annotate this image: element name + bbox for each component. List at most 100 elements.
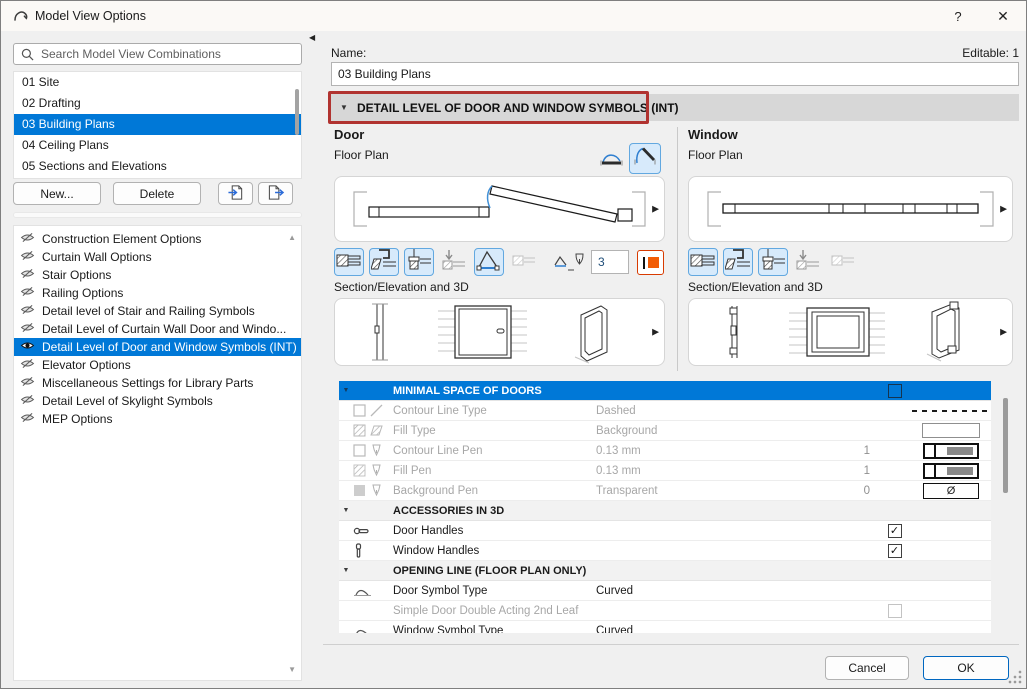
table-scrollbar-thumb[interactable]: [1003, 398, 1008, 493]
eye-closed-icon: [20, 304, 35, 318]
projection-arrow-icon: [795, 248, 821, 277]
door-closed-arc-icon: [600, 148, 624, 173]
table-row[interactable]: Fill Pen 0.13 mm 1: [339, 461, 991, 481]
window-projection-toggle[interactable]: [793, 248, 823, 276]
list-item[interactable]: Railing Options: [14, 284, 301, 302]
preview-next-icon[interactable]: ▶: [652, 204, 659, 215]
preview-next-icon[interactable]: ▶: [652, 327, 659, 338]
door-disabled-toggle: [509, 248, 539, 276]
list-item-selected[interactable]: 03 Building Plans: [14, 114, 301, 135]
door-open-arc-icon: [632, 145, 658, 172]
list-item[interactable]: Stair Options: [14, 266, 301, 284]
section-minimal-space-header[interactable]: ▼ MINIMAL SPACE OF DOORS: [339, 381, 991, 401]
window-section-preview: ▶: [688, 298, 1013, 366]
ok-button[interactable]: OK: [923, 656, 1009, 680]
table-row[interactable]: Door Handles ✓: [339, 521, 991, 541]
preview-next-icon[interactable]: ▶: [1000, 204, 1007, 215]
new-button[interactable]: New...: [13, 182, 101, 205]
scrollbar-thumb[interactable]: [295, 89, 299, 135]
cancel-button[interactable]: Cancel: [825, 656, 909, 680]
scroll-down-icon[interactable]: ▼: [288, 666, 296, 674]
list-item[interactable]: 05 Sections and Elevations: [14, 156, 301, 177]
list-item[interactable]: Curtain Wall Options: [14, 248, 301, 266]
table-row[interactable]: Door Symbol Type Curved: [339, 581, 991, 601]
eye-open-icon: [20, 340, 35, 354]
projection-arrow-icon: [441, 248, 467, 277]
scroll-up-icon[interactable]: ▲: [288, 234, 296, 242]
window-sill-toggle[interactable]: [758, 248, 788, 276]
wall-hatch-icon: [336, 248, 362, 277]
import-button[interactable]: [218, 182, 253, 205]
wall-hatch-icon: [690, 248, 716, 277]
door-projection-toggle[interactable]: [439, 248, 469, 276]
window-floor-plan-drawing: [689, 177, 1012, 241]
search-box[interactable]: [13, 43, 302, 65]
window-frame-toggle[interactable]: [723, 248, 753, 276]
table-row[interactable]: Contour Line Pen 0.13 mm 1: [339, 441, 991, 461]
door-wall-contours-toggle[interactable]: [334, 248, 364, 276]
column-divider: [677, 127, 678, 371]
door-title: Door: [334, 127, 364, 142]
fill-pen-icon: [353, 464, 393, 477]
annotation-highlight-box: [328, 91, 649, 124]
pen-preview[interactable]: [923, 463, 979, 479]
pen-color-button[interactable]: [637, 250, 664, 275]
list-item[interactable]: 02 Drafting: [14, 93, 301, 114]
door-handles-checkbox[interactable]: ✓: [888, 524, 902, 538]
dashed-line-preview[interactable]: [912, 410, 990, 412]
window-section-drawing: [689, 299, 1012, 365]
table-row[interactable]: Window Symbol Type Curved: [339, 621, 991, 633]
transparent-pen-preview[interactable]: Ø: [923, 483, 979, 499]
list-item[interactable]: 01 Site: [14, 72, 301, 93]
section-opening-line-header[interactable]: ▼ OPENING LINE (FLOOR PLAN ONLY): [339, 561, 991, 581]
door-symbol-open-toggle[interactable]: [629, 143, 661, 174]
door-threshold-toggle[interactable]: [404, 248, 434, 276]
list-item[interactable]: Construction Element Options: [14, 230, 301, 248]
table-row[interactable]: Window Handles ✓: [339, 541, 991, 561]
section-title: OPENING LINE (FLOOR PLAN ONLY): [393, 565, 596, 577]
pen-preview[interactable]: [923, 443, 979, 459]
close-button[interactable]: ✕: [989, 1, 1017, 31]
preview-next-icon[interactable]: ▶: [1000, 327, 1007, 338]
window-wall-contours-toggle[interactable]: [688, 248, 718, 276]
table-row[interactable]: Simple Door Double Acting 2nd Leaf: [339, 601, 991, 621]
list-item[interactable]: Elevator Options: [14, 356, 301, 374]
door-frame-toggle[interactable]: [369, 248, 399, 276]
window-symbol-arc-icon: [353, 624, 393, 633]
simple-door-checkbox[interactable]: [888, 604, 902, 618]
resize-grip[interactable]: [1007, 669, 1023, 685]
table-row[interactable]: Background Pen Transparent 0 Ø: [339, 481, 991, 501]
door-opening-line-toggle[interactable]: [474, 248, 504, 276]
collapse-caret-icon[interactable]: ▼: [339, 507, 353, 514]
panel-splitter-handle[interactable]: [13, 212, 302, 218]
help-button[interactable]: ?: [944, 1, 972, 31]
pen-color-swatch: [648, 257, 659, 268]
list-item[interactable]: Detail Level of Curtain Wall Door and Wi…: [14, 320, 301, 338]
delete-button[interactable]: Delete: [113, 182, 201, 205]
window-floor-plan-label: Floor Plan: [688, 148, 743, 162]
door-se-label: Section/Elevation and 3D: [334, 280, 469, 294]
threshold-icon: [406, 248, 432, 277]
door-floor-plan-preview: ▶: [334, 176, 665, 242]
collapse-caret-icon[interactable]: ▼: [339, 387, 353, 394]
fill-preview[interactable]: [922, 423, 980, 438]
collapse-caret-icon[interactable]: ▼: [339, 567, 353, 574]
window-handles-checkbox[interactable]: ✓: [888, 544, 902, 558]
name-input[interactable]: [331, 62, 1019, 86]
minimal-space-checkbox[interactable]: [888, 384, 902, 398]
list-item[interactable]: Detail Level of Skylight Symbols: [14, 392, 301, 410]
door-symbol-closed-toggle[interactable]: [597, 146, 627, 174]
window-handle-icon: [353, 543, 393, 559]
section-accessories-header[interactable]: ▼ ACCESSORIES IN 3D: [339, 501, 991, 521]
opening-line-pen-input[interactable]: [591, 250, 629, 274]
list-item[interactable]: MEP Options: [14, 410, 301, 428]
export-button[interactable]: [258, 182, 293, 205]
list-item[interactable]: 04 Ceiling Plans: [14, 135, 301, 156]
list-item-selected[interactable]: Detail Level of Door and Window Symbols …: [14, 338, 301, 356]
list-item[interactable]: Detail level of Stair and Railing Symbol…: [14, 302, 301, 320]
search-input[interactable]: [39, 46, 301, 62]
list-item[interactable]: Miscellaneous Settings for Library Parts: [14, 374, 301, 392]
table-row[interactable]: Contour Line Type Dashed: [339, 401, 991, 421]
table-row[interactable]: Fill Type Background: [339, 421, 991, 441]
splitter-collapse-icon[interactable]: ◀: [309, 33, 315, 42]
